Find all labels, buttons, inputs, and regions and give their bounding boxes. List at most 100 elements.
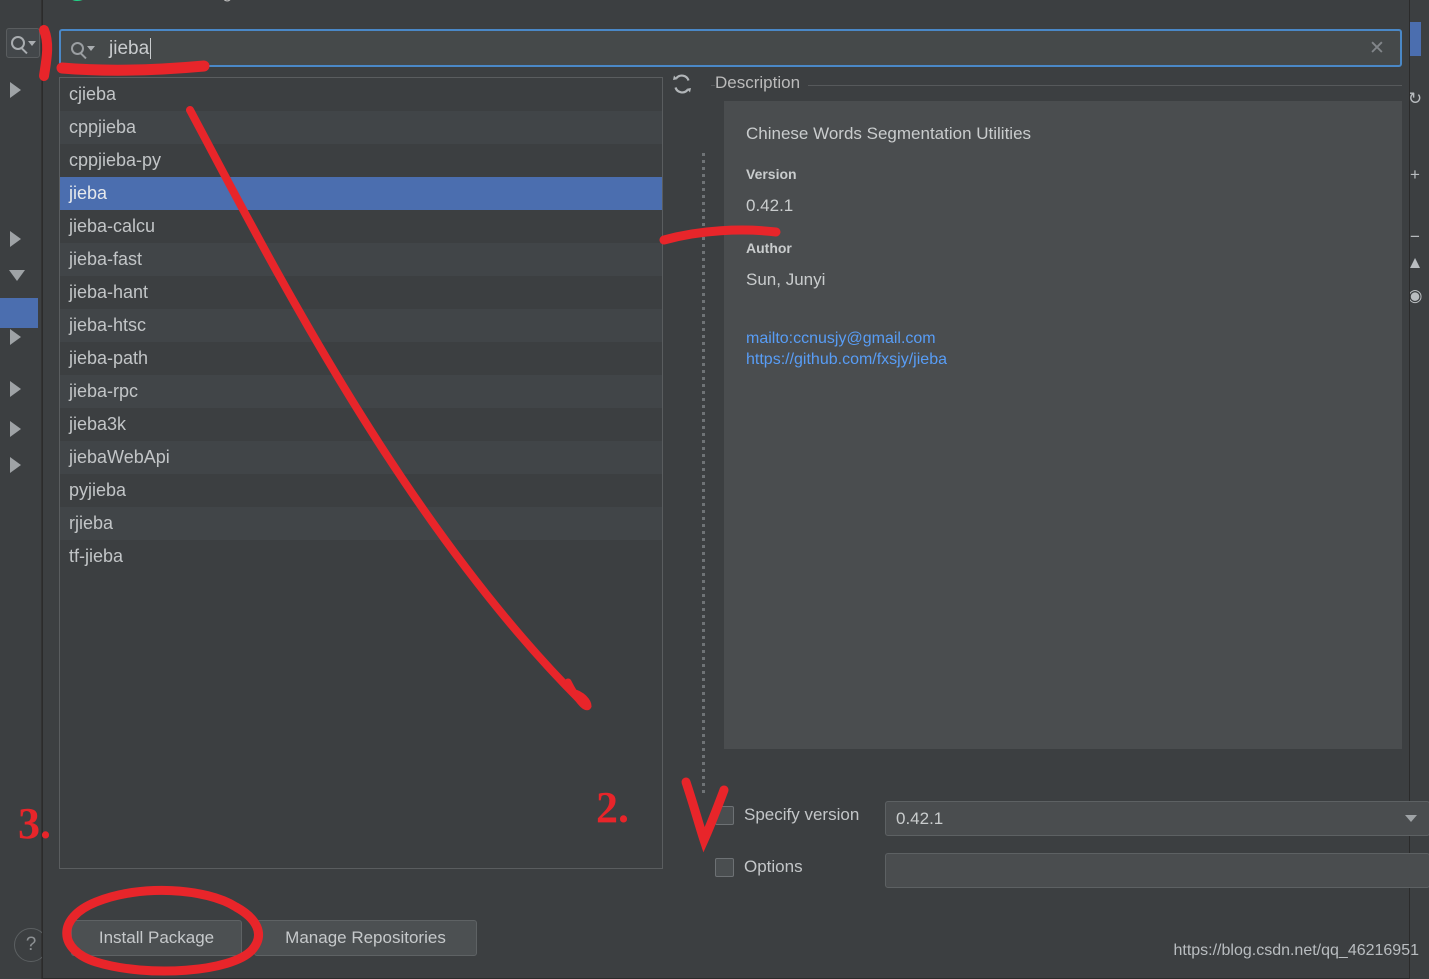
package-list-item[interactable]: jieba-rpc bbox=[60, 375, 662, 408]
tree-selected-row[interactable] bbox=[0, 298, 38, 328]
splitter-dot bbox=[701, 293, 705, 296]
splitter-dot bbox=[701, 692, 705, 695]
package-list-item[interactable]: tf-jieba bbox=[60, 540, 662, 573]
panel-splitter[interactable] bbox=[698, 77, 708, 869]
tree-expand-arrow-6[interactable] bbox=[10, 421, 21, 437]
splitter-dot bbox=[701, 265, 705, 268]
version-combobox[interactable]: 0.42.1 bbox=[885, 801, 1429, 836]
splitter-dot bbox=[701, 370, 705, 373]
splitter-dot bbox=[701, 608, 705, 611]
splitter-dot bbox=[701, 440, 705, 443]
splitter-dot bbox=[701, 468, 705, 471]
splitter-dot bbox=[701, 748, 705, 751]
package-list-item[interactable]: jieba-hant bbox=[60, 276, 662, 309]
search-icon bbox=[71, 41, 84, 55]
splitter-dot bbox=[701, 454, 705, 457]
splitter-dot bbox=[701, 321, 705, 324]
clear-x-icon[interactable]: ✕ bbox=[1368, 39, 1386, 58]
splitter-dot bbox=[701, 720, 705, 723]
package-list-item[interactable]: jieba-calcu bbox=[60, 210, 662, 243]
manage-repositories-button[interactable]: Manage Repositories bbox=[254, 920, 477, 956]
splitter-dot bbox=[701, 783, 705, 786]
tree-collapse-arrow-4[interactable] bbox=[9, 270, 25, 281]
package-summary: Chinese Words Segmentation Utilities bbox=[746, 124, 1032, 143]
search-dropdown-icon[interactable] bbox=[71, 41, 95, 55]
splitter-dot bbox=[701, 636, 705, 639]
splitter-dot bbox=[701, 762, 705, 765]
splitter-dot bbox=[701, 657, 705, 660]
splitter-dot bbox=[701, 482, 705, 485]
splitter-dot bbox=[701, 447, 705, 450]
splitter-dot bbox=[701, 685, 705, 688]
search-icon-button[interactable] bbox=[6, 28, 40, 58]
watermark-text: https://blog.csdn.net/qq_46216951 bbox=[1173, 942, 1419, 959]
package-list-item[interactable]: jieba-fast bbox=[60, 243, 662, 276]
options-row[interactable]: Options bbox=[715, 857, 803, 877]
splitter-dot bbox=[701, 713, 705, 716]
tree-expand-arrow-2[interactable] bbox=[10, 231, 21, 247]
mail-link[interactable]: mailto:ccnusjy@gmail.com bbox=[746, 330, 1383, 348]
version-label: Version bbox=[746, 166, 797, 182]
splitter-dot bbox=[701, 650, 705, 653]
splitter-dot bbox=[701, 405, 705, 408]
package-list-item[interactable]: rjieba bbox=[60, 507, 662, 540]
splitter-dot bbox=[701, 524, 705, 527]
package-list-item[interactable]: jiebaWebApi bbox=[60, 441, 662, 474]
splitter-dot bbox=[701, 496, 705, 499]
pycharm-logo-icon bbox=[72, 0, 83, 2]
text-caret bbox=[150, 37, 152, 59]
author-value: Sun, Junyi bbox=[746, 270, 826, 289]
splitter-dot bbox=[701, 643, 705, 646]
available-packages-dialog: Available Packages jieba ✕ cjiebacppjieb… bbox=[42, 0, 1429, 979]
splitter-dot bbox=[701, 300, 705, 303]
splitter-dot bbox=[701, 601, 705, 604]
splitter-dot bbox=[701, 699, 705, 702]
package-list-item[interactable]: jieba-path bbox=[60, 342, 662, 375]
splitter-dot bbox=[701, 286, 705, 289]
description-content: Chinese Words Segmentation Utilities Ver… bbox=[724, 101, 1402, 749]
splitter-dot bbox=[701, 167, 705, 170]
splitter-dot bbox=[701, 769, 705, 772]
tree-expand-arrow-7[interactable] bbox=[10, 457, 21, 473]
tree-expand-arrow-3[interactable] bbox=[10, 329, 21, 345]
package-list-item[interactable]: jieba bbox=[60, 177, 662, 210]
homepage-link[interactable]: https://github.com/fxsjy/jieba bbox=[746, 351, 1383, 369]
splitter-dot bbox=[701, 377, 705, 380]
splitter-dot bbox=[701, 545, 705, 548]
search-input-value[interactable]: jieba bbox=[109, 39, 149, 58]
tree-expand-arrow-1[interactable] bbox=[10, 82, 21, 98]
splitter-dot bbox=[701, 335, 705, 338]
chevron-down-icon bbox=[1405, 815, 1417, 822]
chevron-down-icon bbox=[27, 40, 36, 46]
splitter-dot bbox=[701, 559, 705, 562]
refresh-icon[interactable] bbox=[667, 69, 697, 99]
tree-expand-arrow-5[interactable] bbox=[10, 381, 21, 397]
description-legend: Description bbox=[715, 73, 809, 93]
splitter-dot bbox=[701, 594, 705, 597]
specify-version-row[interactable]: Specify version bbox=[715, 805, 859, 825]
splitter-dot bbox=[701, 629, 705, 632]
package-search-field[interactable]: jieba ✕ bbox=[59, 29, 1402, 67]
options-label: Options bbox=[744, 857, 803, 876]
splitter-dot bbox=[701, 181, 705, 184]
options-input[interactable] bbox=[885, 853, 1429, 888]
splitter-dot bbox=[701, 510, 705, 513]
group-divider bbox=[711, 85, 1402, 86]
package-list-item[interactable]: cppjieba bbox=[60, 111, 662, 144]
splitter-dot bbox=[701, 384, 705, 387]
splitter-dot bbox=[701, 195, 705, 198]
package-list-item[interactable]: cppjieba-py bbox=[60, 144, 662, 177]
package-list-item[interactable]: cjieba bbox=[60, 78, 662, 111]
package-list[interactable]: cjieba cppjieba cppjieba-py jieba jieba-calc… bbox=[59, 77, 663, 869]
chevron-down-icon bbox=[87, 45, 95, 51]
specify-version-label: Specify version bbox=[744, 805, 860, 824]
install-package-button[interactable]: Install Package bbox=[71, 920, 242, 956]
splitter-dot bbox=[701, 426, 705, 429]
package-list-item[interactable]: jieba-htsc bbox=[60, 309, 662, 342]
options-checkbox[interactable] bbox=[715, 857, 734, 877]
splitter-dot bbox=[701, 734, 705, 737]
package-list-item[interactable]: jieba3k bbox=[60, 408, 662, 441]
package-list-item[interactable]: pyjieba bbox=[60, 474, 662, 507]
search-icon bbox=[10, 36, 25, 50]
specify-version-checkbox[interactable] bbox=[715, 805, 734, 825]
